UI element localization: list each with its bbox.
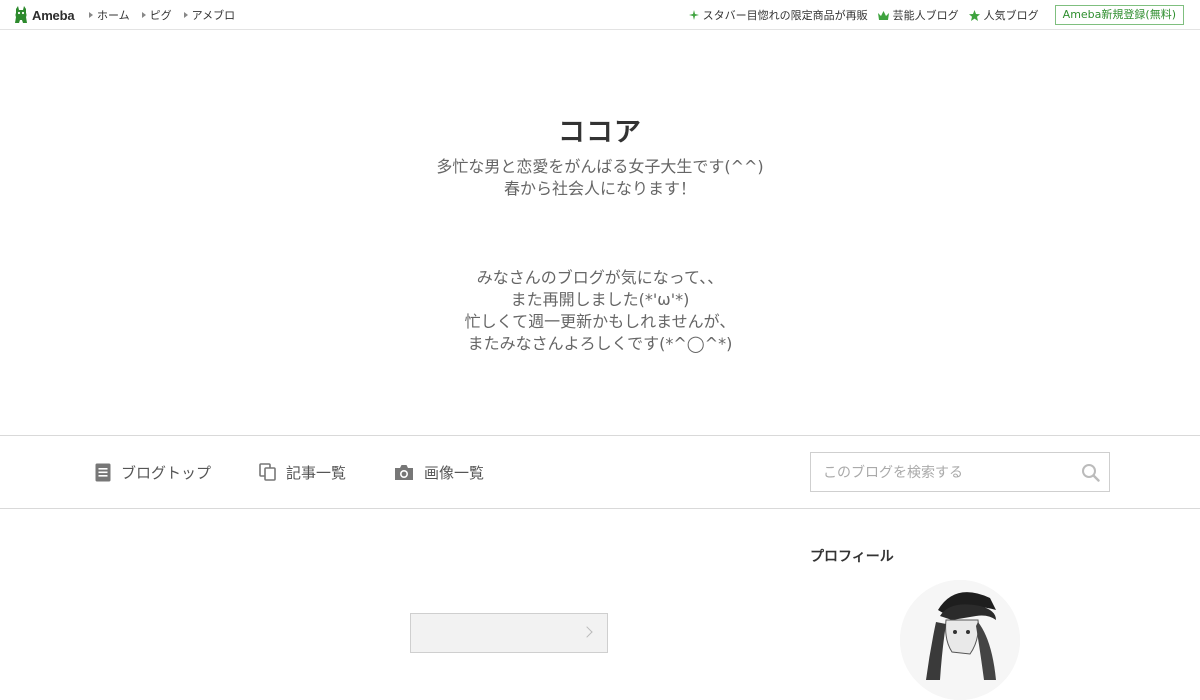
document-icon <box>95 463 111 482</box>
star-icon <box>968 9 980 21</box>
chevron-right-icon <box>581 626 593 638</box>
search-icon[interactable] <box>1081 463 1100 486</box>
tab-blog-top[interactable]: ブログトップ <box>95 436 211 508</box>
tab-blog-top-label: ブログトップ <box>121 463 212 482</box>
blog-search-input[interactable] <box>821 453 1075 493</box>
crown-icon <box>877 10 889 20</box>
ameba-logo[interactable]: Ameba <box>13 6 75 24</box>
blog-description-line: みなさんのブログが気になって、、 <box>476 268 724 287</box>
ameba-mascot-icon <box>15 6 27 23</box>
blog-menu-bar: ブログトップ 記事一覧 画像一覧 <box>0 435 1200 509</box>
nav-ameblo-link[interactable]: アメブロ <box>183 7 236 23</box>
tab-entry-list[interactable]: 記事一覧 <box>259 436 346 508</box>
profile-photo <box>900 580 1020 700</box>
tab-image-list-label: 画像一覧 <box>424 463 485 482</box>
global-header: Ameba ホーム ピグ アメブロ スタバー目惚れの限定商品が再販 芸能人ブログ <box>0 0 1200 30</box>
popular-blog-label: 人気ブログ <box>983 9 1039 22</box>
profile-heading: プロフィール <box>810 549 894 565</box>
logo-text: Ameba <box>32 7 75 23</box>
tab-entry-list-label: 記事一覧 <box>286 463 347 482</box>
nav-home-label: ホーム <box>97 9 130 22</box>
promo-starbucks-label: スタバー目惚れの限定商品が再販 <box>702 9 868 22</box>
blog-title[interactable]: ココア <box>0 110 1200 149</box>
copy-icon <box>259 463 276 481</box>
nav-pigg-label: ピグ <box>149 9 172 22</box>
blog-description-line: 多忙な男と恋愛をがんばる女子大生です(^^) <box>436 157 764 176</box>
promo-starbucks-link[interactable]: スタバー目惚れの限定商品が再販 <box>688 7 868 23</box>
promo-links: スタバー目惚れの限定商品が再販 芸能人ブログ 人気ブログ Ameba新規登録(無… <box>688 0 1184 30</box>
nav-pigg-link[interactable]: ピグ <box>141 7 172 23</box>
avatar[interactable] <box>900 580 1020 700</box>
tab-image-list[interactable]: 画像一覧 <box>394 436 484 508</box>
entry-card[interactable] <box>410 613 608 653</box>
caret-right-icon <box>89 12 93 18</box>
celebrity-blog-link[interactable]: 芸能人ブログ <box>877 7 959 23</box>
blog-description-line: また再開しました(*'ω'*) <box>510 290 690 309</box>
celebrity-blog-label: 芸能人ブログ <box>892 9 959 22</box>
nav-home-link[interactable]: ホーム <box>89 7 130 23</box>
global-nav: ホーム ピグ アメブロ <box>89 0 247 30</box>
blog-description-line: またみなさんよろしくです(*^◯^*) <box>467 334 733 353</box>
caret-right-icon <box>183 12 188 18</box>
blog-description-line: 忙しくて週一更新かもしれませんが、 <box>464 312 736 331</box>
caret-right-icon <box>141 12 146 18</box>
popular-blog-link[interactable]: 人気ブログ <box>968 7 1039 23</box>
nav-ameblo-label: アメブロ <box>191 9 236 22</box>
blog-description-line: 春から社会人になります！ <box>503 179 696 198</box>
signup-button[interactable]: Ameba新規登録(無料) <box>1054 5 1184 25</box>
blog-search-box <box>810 452 1110 493</box>
camera-icon <box>394 464 414 481</box>
sparkle-icon <box>688 10 699 20</box>
